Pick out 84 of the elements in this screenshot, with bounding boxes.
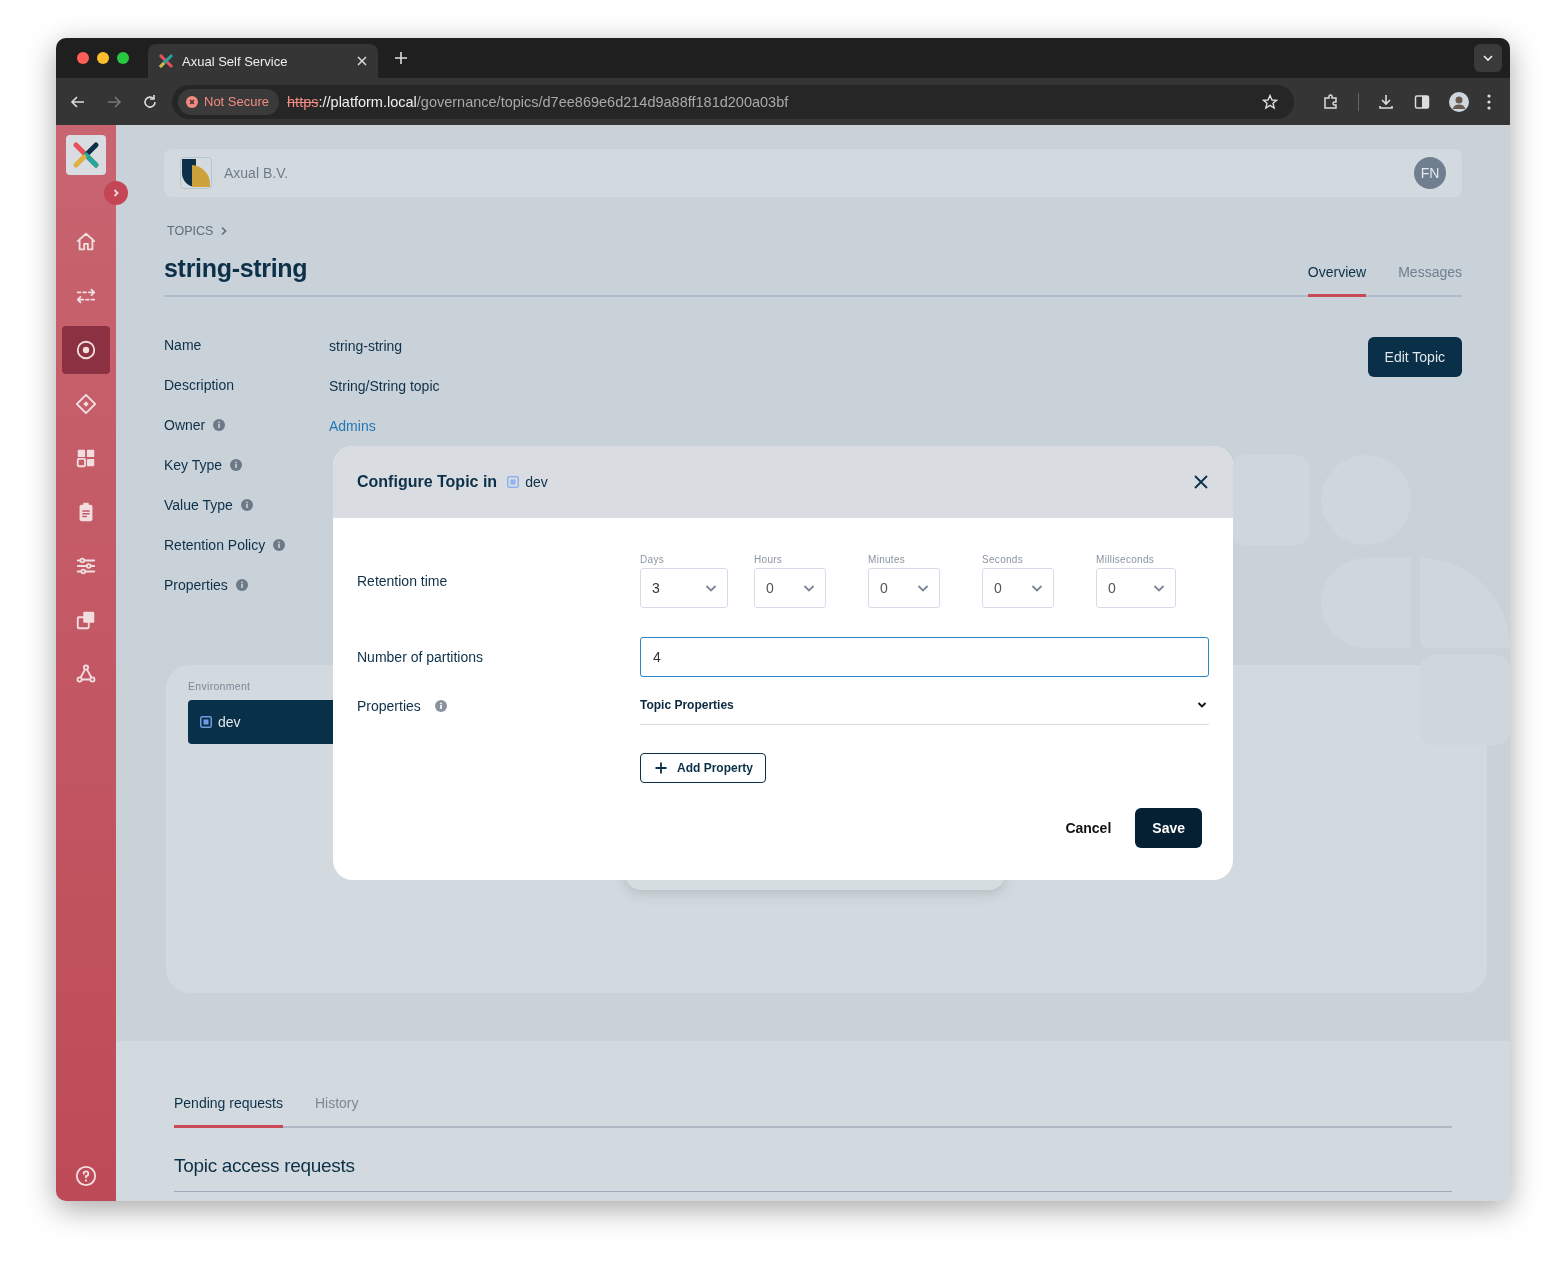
download-icon[interactable] <box>1377 92 1395 111</box>
reload-icon[interactable] <box>142 93 158 110</box>
copy-icon <box>75 609 97 631</box>
security-chip[interactable]: Not Secure <box>178 88 280 115</box>
field-label: Retention time <box>357 573 449 589</box>
more-menu-icon[interactable] <box>1487 93 1491 110</box>
info-icon[interactable] <box>213 419 226 431</box>
dialog-title: Configure Topic in <box>357 473 498 491</box>
sidebar-item[interactable] <box>62 326 110 374</box>
section-heading: Topic access requests <box>174 1155 1452 1192</box>
profile-avatar-icon[interactable] <box>1449 91 1469 112</box>
organization-name: Axual B.V. <box>224 165 290 181</box>
expand-button[interactable] <box>104 181 128 205</box>
window-control-icon[interactable] <box>77 52 89 64</box>
chevron-right-icon <box>111 188 121 198</box>
chevron-right-icon <box>220 226 229 236</box>
save-button[interactable]: Save <box>1135 808 1202 848</box>
field-label: Owner <box>164 417 206 433</box>
warning-icon <box>186 95 198 108</box>
address-bar[interactable]: Not Secure https://platform.local/governance/topics/d7ee869e6d214d9a88ff181d200a03bf <box>172 84 1294 119</box>
star-icon[interactable] <box>1262 93 1278 110</box>
close-icon[interactable] <box>1193 474 1209 490</box>
unit-label: Seconds <box>982 554 1025 565</box>
dropdown-field[interactable]: 0 <box>868 568 940 608</box>
breadcrumb-link[interactable]: TOPICS <box>167 224 214 238</box>
field-label: Properties <box>164 577 228 593</box>
window-control-icon[interactable] <box>97 52 109 64</box>
cancel-button[interactable]: Cancel <box>1061 820 1116 836</box>
partitions-input-field[interactable]: 4 <box>640 637 1209 677</box>
field-label: Value Type <box>164 497 233 513</box>
target-icon <box>75 339 97 361</box>
triangle-nodes-icon <box>75 663 97 685</box>
add-property-button[interactable]: Add Property <box>640 753 766 783</box>
page-title: string-string <box>164 254 309 283</box>
browser-tab[interactable]: Axual Self Service <box>148 44 378 78</box>
field-value: String/String topic <box>329 378 440 394</box>
dropdown-field[interactable]: 0 <box>982 568 1054 608</box>
url-text: https://platform.local/governance/topics/d7ee869e6d214d9a88ff181d200a03bf <box>287 93 790 110</box>
environment-name: dev <box>525 474 548 490</box>
properties-accordion[interactable]: Topic Properties <box>640 697 1209 725</box>
home-icon <box>75 231 97 253</box>
unit-label: Milliseconds <box>1096 554 1156 565</box>
unit-label: Minutes <box>868 554 907 565</box>
field-label: Properties <box>357 698 421 714</box>
environment-icon <box>507 476 520 488</box>
dropdown-field[interactable]: 0 <box>1096 568 1176 608</box>
info-icon[interactable] <box>240 499 253 511</box>
org-logo-icon <box>180 157 212 189</box>
field-value: string-string <box>329 338 403 354</box>
back-icon[interactable] <box>70 93 86 110</box>
app-logo[interactable] <box>66 135 106 175</box>
page-tab[interactable]: Overview <box>1307 264 1367 297</box>
x-logo-icon <box>158 53 174 69</box>
chevron-down-icon <box>1482 52 1494 64</box>
dropdown-field[interactable]: 0 <box>754 568 826 608</box>
unit-label: Hours <box>754 554 784 565</box>
puzzle-icon[interactable] <box>1322 92 1340 111</box>
environment-label: Environment <box>188 680 252 692</box>
field-label: Key Type <box>164 457 223 473</box>
tab-title: Axual Self Service <box>182 53 289 69</box>
window-control-icon[interactable] <box>117 52 129 64</box>
unit-label: Days <box>640 554 665 565</box>
info-icon[interactable] <box>273 539 286 551</box>
chevron-down-icon <box>1197 700 1207 710</box>
info-icon[interactable] <box>434 700 447 712</box>
plus-icon[interactable] <box>394 51 408 65</box>
dropdown-field[interactable]: 3 <box>640 568 728 608</box>
requests-tab[interactable]: Pending requests <box>174 1095 283 1128</box>
environment-icon <box>200 716 212 728</box>
forward-icon[interactable] <box>106 93 122 110</box>
sliders-icon <box>75 555 97 577</box>
edit-topic-button[interactable]: Edit Topic <box>1367 337 1462 377</box>
field-label: Retention Policy <box>164 537 266 553</box>
plus-icon <box>655 762 667 774</box>
help-icon[interactable] <box>75 1165 97 1187</box>
field-label: Description <box>164 377 235 393</box>
field-label: Number of partitions <box>357 649 485 665</box>
grid-icon <box>75 447 97 469</box>
info-icon[interactable] <box>230 459 243 471</box>
tab-search-button[interactable] <box>1474 44 1502 72</box>
field-label: Name <box>164 337 202 353</box>
side-panel-icon[interactable] <box>1413 92 1431 111</box>
info-icon[interactable] <box>235 579 248 591</box>
diamond-icon <box>75 393 97 415</box>
